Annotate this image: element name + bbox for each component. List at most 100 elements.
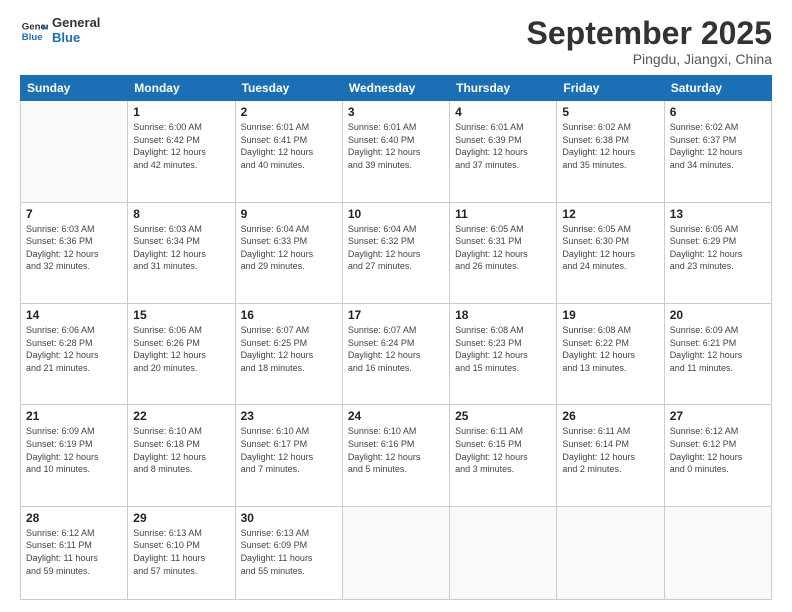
calendar-cell: 19Sunrise: 6:08 AM Sunset: 6:22 PM Dayli… (557, 303, 664, 404)
day-number: 22 (133, 409, 229, 423)
header-day-thursday: Thursday (450, 76, 557, 101)
day-number: 9 (241, 207, 337, 221)
day-number: 13 (670, 207, 766, 221)
day-info: Sunrise: 6:09 AM Sunset: 6:19 PM Dayligh… (26, 425, 122, 475)
day-info: Sunrise: 6:01 AM Sunset: 6:40 PM Dayligh… (348, 121, 444, 171)
day-number: 29 (133, 511, 229, 525)
calendar-cell: 28 Sunrise: 6:12 AM Sunset: 6:11 PM Dayli… (21, 506, 128, 599)
day-info: Sunrise: 6:04 AM Sunset: 6:33 PM Dayligh… (241, 223, 337, 273)
day-info: Sunrise: 6:08 AM Sunset: 6:22 PM Dayligh… (562, 324, 658, 374)
day-number: 20 (670, 308, 766, 322)
day-number: 2 (241, 105, 337, 119)
day-info: Sunrise: 6:05 AM Sunset: 6:29 PM Dayligh… (670, 223, 766, 273)
day-number: 30 (241, 511, 337, 525)
day-number: 28 (26, 511, 122, 525)
day-number: 23 (241, 409, 337, 423)
day-number: 7 (26, 207, 122, 221)
day-number: 25 (455, 409, 551, 423)
day-info: Sunrise: 6:08 AM Sunset: 6:23 PM Dayligh… (455, 324, 551, 374)
calendar-cell: 17 Sunrise: 6:07 AM Sunset: 6:24 PM Dayli… (342, 303, 449, 404)
page: General Blue General Blue September 2025… (0, 0, 792, 612)
header-day-sunday: Sunday (21, 76, 128, 101)
header-day-tuesday: Tuesday (235, 76, 342, 101)
calendar-cell (21, 101, 128, 202)
svg-text:Blue: Blue (22, 32, 43, 43)
day-info: Sunrise: 6:03 AM Sunset: 6:34 PM Dayligh… (133, 223, 229, 273)
day-info: Sunrise: 6:11 AM Sunset: 6:15 PM Dayligh… (455, 425, 551, 475)
day-info: Sunrise: 6:13 AM Sunset: 6:10 PM Dayligh… (133, 527, 229, 577)
day-info: Sunrise: 6:12 AM Sunset: 6:11 PM Dayligh… (26, 527, 122, 577)
calendar-cell (557, 506, 664, 599)
day-info: Sunrise: 6:11 AM Sunset: 6:14 PM Dayligh… (562, 425, 658, 475)
day-number: 1 (133, 105, 229, 119)
day-number: 4 (455, 105, 551, 119)
day-info: Sunrise: 6:03 AM Sunset: 6:36 PM Dayligh… (26, 223, 122, 273)
calendar-cell (450, 506, 557, 599)
logo: General Blue General Blue (20, 16, 100, 46)
day-info: Sunrise: 6:02 AM Sunset: 6:37 PM Dayligh… (670, 121, 766, 171)
calendar-cell: 14 Sunrise: 6:06 AM Sunset: 6:28 PM Dayli… (21, 303, 128, 404)
calendar-week-4: 21 Sunrise: 6:09 AM Sunset: 6:19 PM Dayli… (21, 405, 772, 506)
month-title: September 2025 (527, 16, 772, 51)
calendar-cell: 2 Sunrise: 6:01 AM Sunset: 6:41 PM Daylig… (235, 101, 342, 202)
calendar-cell: 3Sunrise: 6:01 AM Sunset: 6:40 PM Daylig… (342, 101, 449, 202)
calendar-cell: 21 Sunrise: 6:09 AM Sunset: 6:19 PM Dayli… (21, 405, 128, 506)
day-info: Sunrise: 6:06 AM Sunset: 6:28 PM Dayligh… (26, 324, 122, 374)
calendar-cell: 27 Sunrise: 6:12 AM Sunset: 6:12 PM Dayli… (664, 405, 771, 506)
header-day-friday: Friday (557, 76, 664, 101)
day-info: Sunrise: 6:10 AM Sunset: 6:18 PM Dayligh… (133, 425, 229, 475)
day-number: 16 (241, 308, 337, 322)
day-number: 24 (348, 409, 444, 423)
day-info: Sunrise: 6:13 AM Sunset: 6:09 PM Dayligh… (241, 527, 337, 577)
day-number: 21 (26, 409, 122, 423)
calendar-cell: 30 Sunrise: 6:13 AM Sunset: 6:09 PM Dayli… (235, 506, 342, 599)
calendar-cell: 4 Sunrise: 6:01 AM Sunset: 6:39 PM Daylig… (450, 101, 557, 202)
day-info: Sunrise: 6:07 AM Sunset: 6:25 PM Dayligh… (241, 324, 337, 374)
calendar-cell: 8 Sunrise: 6:03 AM Sunset: 6:34 PM Daylig… (128, 202, 235, 303)
day-number: 11 (455, 207, 551, 221)
day-info: Sunrise: 6:00 AM Sunset: 6:42 PM Dayligh… (133, 121, 229, 171)
day-info: Sunrise: 6:05 AM Sunset: 6:31 PM Dayligh… (455, 223, 551, 273)
day-info: Sunrise: 6:01 AM Sunset: 6:41 PM Dayligh… (241, 121, 337, 171)
calendar-cell: 26 Sunrise: 6:11 AM Sunset: 6:14 PM Dayli… (557, 405, 664, 506)
calendar-cell: 18 Sunrise: 6:08 AM Sunset: 6:23 PM Dayli… (450, 303, 557, 404)
calendar-cell: 15Sunrise: 6:06 AM Sunset: 6:26 PM Dayli… (128, 303, 235, 404)
calendar-cell: 6 Sunrise: 6:02 AM Sunset: 6:37 PM Daylig… (664, 101, 771, 202)
day-number: 6 (670, 105, 766, 119)
day-info: Sunrise: 6:01 AM Sunset: 6:39 PM Dayligh… (455, 121, 551, 171)
day-number: 10 (348, 207, 444, 221)
calendar-cell: 11 Sunrise: 6:05 AM Sunset: 6:31 PM Dayli… (450, 202, 557, 303)
logo-icon: General Blue (20, 17, 48, 45)
calendar-cell: 5Sunrise: 6:02 AM Sunset: 6:38 PM Daylig… (557, 101, 664, 202)
day-info: Sunrise: 6:05 AM Sunset: 6:30 PM Dayligh… (562, 223, 658, 273)
day-number: 26 (562, 409, 658, 423)
day-number: 17 (348, 308, 444, 322)
calendar-week-3: 14 Sunrise: 6:06 AM Sunset: 6:28 PM Dayli… (21, 303, 772, 404)
day-info: Sunrise: 6:04 AM Sunset: 6:32 PM Dayligh… (348, 223, 444, 273)
day-info: Sunrise: 6:12 AM Sunset: 6:12 PM Dayligh… (670, 425, 766, 475)
day-info: Sunrise: 6:10 AM Sunset: 6:17 PM Dayligh… (241, 425, 337, 475)
logo-line2: Blue (52, 31, 100, 46)
day-info: Sunrise: 6:09 AM Sunset: 6:21 PM Dayligh… (670, 324, 766, 374)
calendar-cell: 25 Sunrise: 6:11 AM Sunset: 6:15 PM Dayli… (450, 405, 557, 506)
calendar-cell: 9 Sunrise: 6:04 AM Sunset: 6:33 PM Daylig… (235, 202, 342, 303)
calendar-cell: 22 Sunrise: 6:10 AM Sunset: 6:18 PM Dayli… (128, 405, 235, 506)
calendar-cell: 10 Sunrise: 6:04 AM Sunset: 6:32 PM Dayli… (342, 202, 449, 303)
calendar-week-2: 7 Sunrise: 6:03 AM Sunset: 6:36 PM Daylig… (21, 202, 772, 303)
calendar-cell: 24Sunrise: 6:10 AM Sunset: 6:16 PM Dayli… (342, 405, 449, 506)
day-number: 18 (455, 308, 551, 322)
calendar-cell: 29 Sunrise: 6:13 AM Sunset: 6:10 PM Dayli… (128, 506, 235, 599)
calendar-cell: 12Sunrise: 6:05 AM Sunset: 6:30 PM Dayli… (557, 202, 664, 303)
calendar-header-row: SundayMondayTuesdayWednesdayThursdayFrid… (21, 76, 772, 101)
calendar-week-5: 28 Sunrise: 6:12 AM Sunset: 6:11 PM Dayli… (21, 506, 772, 599)
calendar-cell: 7 Sunrise: 6:03 AM Sunset: 6:36 PM Daylig… (21, 202, 128, 303)
calendar-cell: 23 Sunrise: 6:10 AM Sunset: 6:17 PM Dayli… (235, 405, 342, 506)
calendar-cell (664, 506, 771, 599)
day-number: 8 (133, 207, 229, 221)
day-number: 27 (670, 409, 766, 423)
calendar-cell: 16 Sunrise: 6:07 AM Sunset: 6:25 PM Dayli… (235, 303, 342, 404)
day-info: Sunrise: 6:07 AM Sunset: 6:24 PM Dayligh… (348, 324, 444, 374)
calendar-table: SundayMondayTuesdayWednesdayThursdayFrid… (20, 75, 772, 600)
logo-line1: General (52, 16, 100, 31)
day-number: 14 (26, 308, 122, 322)
